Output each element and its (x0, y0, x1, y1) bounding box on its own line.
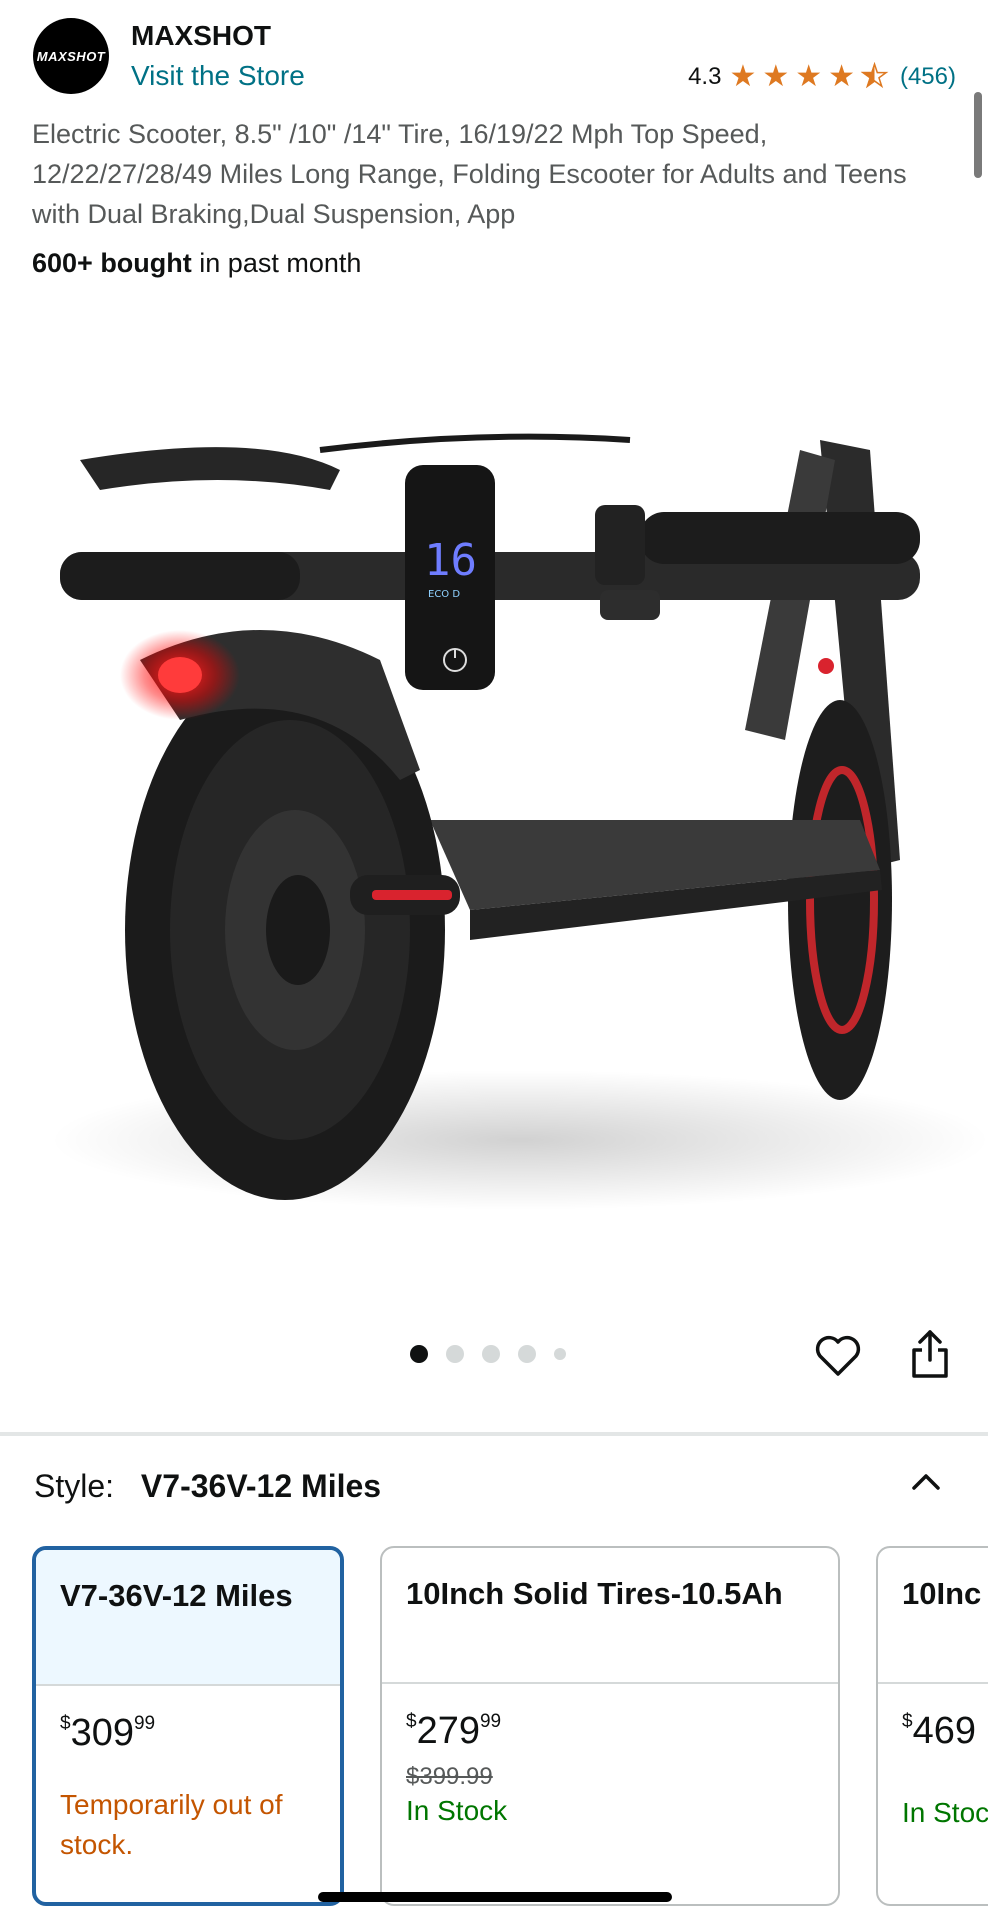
star-full-icon: ★ (828, 60, 856, 93)
rating-value: 4.3 (688, 63, 722, 90)
price-symbol: $ (406, 1711, 417, 1732)
price-fraction: 99 (133, 1713, 156, 1734)
style-option-card[interactable]: V7-36V-12 Miles $30999 Temporarily out o… (32, 1546, 344, 1906)
bought-count: 600+ bought (32, 248, 192, 278)
price-symbol: $ (902, 1711, 913, 1732)
rating-summary[interactable]: 4.3 ★ ★ ★ ★ ★ (456) (688, 60, 956, 93)
price-symbol: $ (60, 1713, 71, 1734)
style-label: Style: (34, 1468, 115, 1504)
bought-suffix: in past month (191, 248, 362, 278)
carousel-dot[interactable] (446, 1345, 464, 1363)
scooter-image: 16 ECO D (50, 433, 988, 1210)
style-option-name: 10Inch Solid Tires-10.5Ah (382, 1548, 838, 1684)
availability-status: In Stoc (902, 1797, 988, 1828)
style-option-card[interactable]: 10Inch Solid Tires-10.5Ah $27999 $399.99… (380, 1546, 840, 1906)
brand-name: MAXSHOT (131, 20, 271, 51)
chevron-up-icon[interactable] (906, 1462, 946, 1502)
price-fraction: 99 (479, 1711, 502, 1732)
style-option-name: V7-36V-12 Miles (36, 1550, 340, 1686)
carousel-dot[interactable] (410, 1345, 428, 1363)
availability-status: In Stock (406, 1795, 508, 1826)
rating-count-link[interactable]: (456) (900, 63, 956, 91)
style-option-name: 10Inc (878, 1548, 988, 1684)
option-price: $30999 (60, 1712, 316, 1755)
price-whole: 279 (416, 1710, 480, 1752)
style-selected-value: V7-36V-12 Miles (140, 1468, 382, 1504)
display-speed: 16 (424, 535, 477, 586)
product-title: Electric Scooter, 8.5" /10" /14" Tire, 1… (32, 119, 907, 229)
brand-logo[interactable]: MAXSHOT (33, 18, 109, 94)
star-half-icon: ★ (860, 60, 888, 93)
product-header: MAXSHOT MAXSHOT Visit the Store 4.3 ★ ★ … (0, 0, 988, 178)
carousel-dot[interactable] (554, 1348, 566, 1360)
display-mode: ECO D (428, 589, 460, 600)
price-whole: 309 (70, 1712, 134, 1754)
star-full-icon: ★ (729, 60, 757, 93)
style-selector-header[interactable]: Style: V7-36V-12 Miles (34, 1468, 381, 1505)
heart-icon[interactable] (814, 1332, 862, 1380)
scrollbar[interactable] (974, 92, 982, 178)
home-indicator[interactable] (318, 1892, 672, 1902)
style-option-card[interactable]: 10Inc $469 In Stoc (876, 1546, 988, 1906)
visit-store-link[interactable]: Visit the Store (131, 60, 305, 92)
option-price: $27999 (406, 1710, 814, 1753)
star-full-icon: ★ (795, 60, 823, 93)
star-full-icon: ★ (762, 60, 790, 93)
share-icon[interactable] (906, 1328, 954, 1380)
carousel-dot[interactable] (518, 1345, 536, 1363)
carousel-dot[interactable] (482, 1345, 500, 1363)
price-whole: 469 (912, 1710, 976, 1752)
list-price: $399.99 (406, 1763, 493, 1790)
availability-status: Temporarily out of stock. (60, 1789, 283, 1860)
bought-in-past-month: 600+ bought in past month (32, 248, 361, 279)
product-image[interactable]: 16 ECO D (0, 300, 988, 1320)
section-divider (0, 1432, 988, 1436)
image-carousel-dots[interactable] (410, 1345, 566, 1363)
option-price: $469 (902, 1710, 988, 1753)
